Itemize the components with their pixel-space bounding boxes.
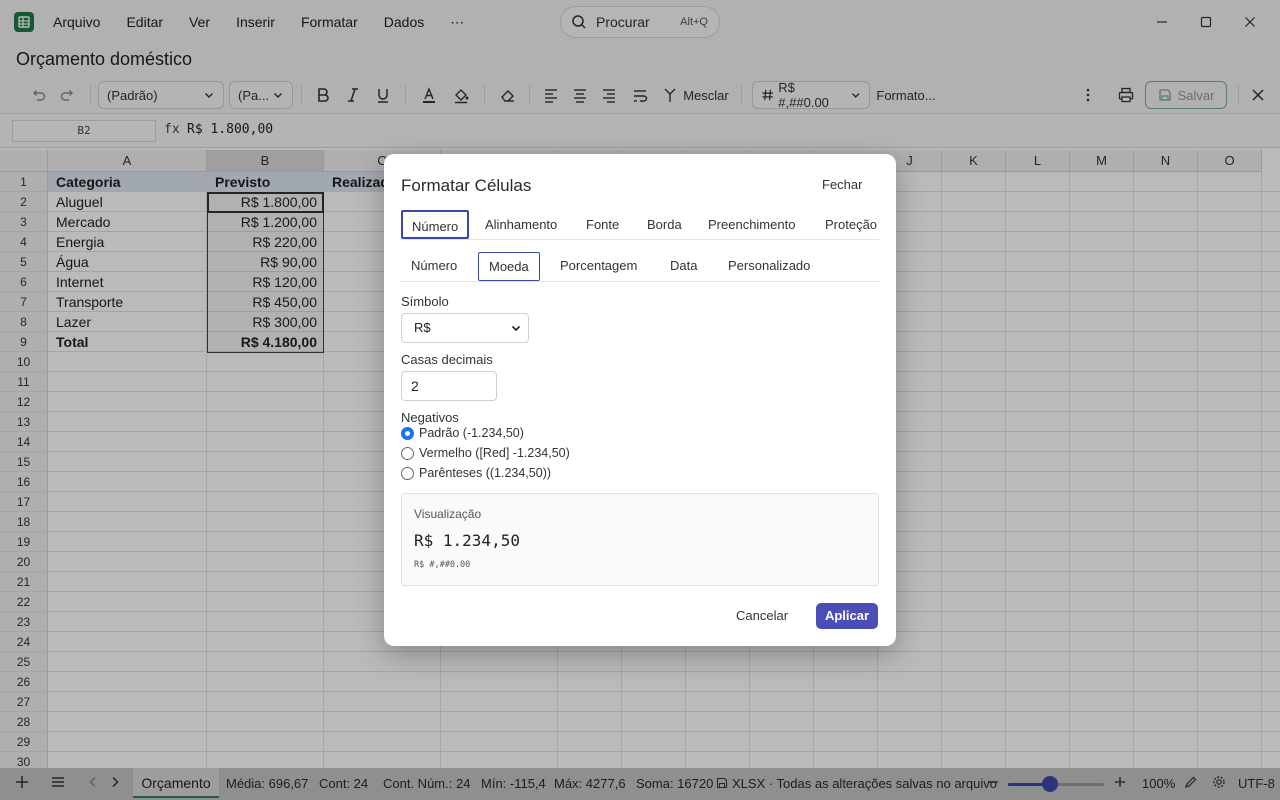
- subtab-personalizado[interactable]: Personalizado: [718, 252, 820, 281]
- tab-protecao[interactable]: Proteção: [816, 210, 886, 239]
- radio-selected[interactable]: [401, 426, 414, 440]
- preview-value: R$ 1.234,50: [414, 531, 520, 550]
- chevron-down-icon: [511, 325, 521, 332]
- preview-format-code: R$ #,##0.00: [414, 560, 471, 570]
- preview-label: Visualização: [414, 507, 482, 521]
- negatives-label: Negativos: [401, 410, 459, 425]
- format-cells-dialog: Formatar Células Fechar Número Alinhamen…: [384, 154, 896, 646]
- dialog-title: Formatar Células: [401, 176, 532, 195]
- negative-option-label: Parênteses ((1.234,50)): [419, 466, 552, 480]
- subtab-data[interactable]: Data: [660, 252, 707, 281]
- subtabs-divider: [401, 281, 879, 282]
- decimals-input[interactable]: 2: [401, 371, 497, 401]
- tabs-divider: [401, 239, 879, 240]
- negative-option-label: Padrão (-1.234,50): [419, 426, 524, 440]
- radio-unselected[interactable]: [401, 446, 414, 460]
- tab-numero[interactable]: Número: [401, 210, 470, 239]
- negative-option-parentheses[interactable]: Parênteses ((1.234,50)): [401, 464, 551, 482]
- preview-panel: Visualização R$ 1.234,50 R$ #,##0.00: [401, 493, 879, 586]
- tab-alinhamento[interactable]: Alinhamento: [476, 210, 566, 239]
- negative-option-label: Vermelho ([Red] -1.234,50): [419, 446, 570, 460]
- subtab-moeda[interactable]: Moeda: [478, 252, 540, 281]
- apply-button[interactable]: Aplicar: [816, 603, 878, 629]
- subtab-porcentagem[interactable]: Porcentagem: [550, 252, 647, 281]
- negative-option-default[interactable]: Padrão (-1.234,50): [401, 424, 524, 442]
- symbol-select[interactable]: R$: [401, 313, 529, 343]
- symbol-value: R$: [414, 320, 431, 335]
- symbol-label: Símbolo: [401, 294, 449, 309]
- tab-preenchimento[interactable]: Preenchimento: [699, 210, 804, 239]
- tab-fonte[interactable]: Fonte: [577, 210, 628, 239]
- radio-unselected[interactable]: [401, 466, 414, 480]
- dialog-close-button[interactable]: Fechar: [822, 177, 862, 192]
- decimals-label: Casas decimais: [401, 352, 493, 367]
- negative-option-red[interactable]: Vermelho ([Red] -1.234,50): [401, 444, 570, 462]
- cancel-button[interactable]: Cancelar: [736, 606, 788, 626]
- tab-borda[interactable]: Borda: [638, 210, 691, 239]
- subtab-numero[interactable]: Número: [401, 252, 467, 281]
